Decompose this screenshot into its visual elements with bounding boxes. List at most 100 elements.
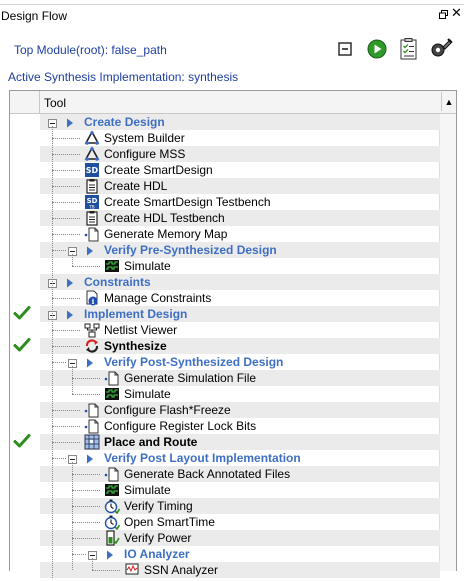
tree-guide-line (72, 266, 100, 267)
expand-arrow-icon[interactable] (66, 277, 74, 288)
row-background (40, 338, 440, 354)
configure-tool-button[interactable] (429, 36, 453, 62)
row-background (40, 386, 440, 402)
synthesize-icon (84, 338, 100, 354)
svg-text:SD: SD (86, 166, 99, 175)
row-background (40, 130, 440, 146)
expand-arrow-icon[interactable] (86, 245, 94, 256)
tree-item-label[interactable]: Create HDL Testbench (104, 211, 225, 225)
file-icon (84, 402, 100, 418)
tree-guide-line (52, 410, 80, 411)
tree-item-label[interactable]: Netlist Viewer (104, 323, 177, 337)
tree-tool-row[interactable]: SSN Analyzer (10, 562, 456, 578)
tree-category-row[interactable]: Verify Post Layout Implementation (10, 450, 456, 466)
tree-item-label[interactable]: Constraints (84, 275, 151, 289)
tree-item-label[interactable]: Implement Design (84, 307, 187, 321)
tree-item-label[interactable]: Verify Timing (124, 499, 193, 513)
tree-category-row[interactable]: Create Design (10, 114, 456, 130)
row-background (40, 530, 440, 546)
collapse-toggle-icon[interactable] (68, 357, 77, 368)
header-divider (0, 4, 464, 5)
tree-item-label[interactable]: Configure Flash*Freeze (104, 403, 231, 417)
tree-item-label[interactable]: Verify Post Layout Implementation (104, 451, 301, 465)
tree-guide-line (72, 366, 73, 394)
tree-item-label[interactable]: Verify Pre-Synthesized Design (104, 243, 277, 257)
expand-arrow-icon[interactable] (66, 117, 74, 128)
expand-arrow-icon[interactable] (86, 357, 94, 368)
panel-header: Design Flow ✕ (0, 0, 464, 30)
tree-item-label[interactable]: Create SmartDesign (104, 163, 213, 177)
tree-guide-line (72, 490, 100, 491)
tree-item-label[interactable]: System Builder (104, 131, 185, 145)
tree-item-label[interactable]: Generate Back Annotated Files (124, 467, 290, 481)
completed-check-icon (13, 305, 31, 321)
tree-guide-line (52, 250, 66, 251)
system-builder-icon (84, 130, 100, 146)
place-route-icon (84, 434, 100, 450)
tree-guide-line (52, 458, 66, 459)
expand-arrow-icon[interactable] (106, 549, 114, 560)
tree-item-label[interactable]: Verify Post-Synthesized Design (104, 355, 283, 369)
tree-category-row[interactable]: Implement Design (10, 306, 456, 322)
power-icon (104, 530, 120, 546)
sort-up-icon[interactable]: ▲ (441, 92, 456, 111)
tree-item-label[interactable]: Create Design (84, 115, 165, 129)
tree-item-label[interactable]: Create SmartDesign Testbench (104, 195, 271, 209)
tree-category-row[interactable]: Verify Post-Synthesized Design (10, 354, 456, 370)
collapse-toggle-icon[interactable] (68, 245, 77, 256)
tree-guide-line (52, 202, 80, 203)
collapse-all-button[interactable] (333, 36, 357, 62)
expand-arrow-icon[interactable] (86, 453, 94, 464)
tree-category-row[interactable]: Verify Pre-Synthesized Design (10, 242, 456, 258)
tree-item-label[interactable]: Place and Route (104, 435, 197, 449)
tree-item-label[interactable]: Simulate (124, 259, 171, 273)
restore-window-icon[interactable] (439, 8, 448, 19)
row-background (40, 514, 440, 530)
row-background (40, 482, 440, 498)
file-icon (104, 466, 120, 482)
expand-arrow-icon[interactable] (66, 309, 74, 320)
tree-item-label[interactable]: Configure MSS (104, 147, 185, 161)
tree-item-label[interactable]: SSN Analyzer (144, 563, 218, 577)
tree-item-label[interactable]: Simulate (124, 483, 171, 497)
tree-item-label[interactable]: IO Analyzer (124, 547, 190, 561)
tree-guide-line (52, 170, 80, 171)
system-builder-icon (84, 146, 100, 162)
svg-text:i: i (92, 297, 95, 306)
ssn-icon (124, 562, 140, 578)
tree-item-label[interactable]: Manage Constraints (104, 291, 211, 305)
tree-item-label[interactable]: Configure Register Lock Bits (104, 419, 256, 433)
tree-guide-line (72, 538, 100, 539)
run-button[interactable] (365, 36, 389, 62)
tree-item-label[interactable]: Generate Simulation File (124, 371, 256, 385)
tree-guide-line (52, 442, 80, 443)
tree-item-label[interactable]: Synthesize (104, 339, 167, 353)
tree-item-label[interactable]: Open SmartTime (124, 515, 215, 529)
completed-check-icon (13, 433, 31, 449)
collapse-toggle-icon[interactable] (48, 117, 57, 128)
tree-guide-line (52, 154, 80, 155)
top-module-link[interactable]: Top Module(root): false_path (14, 43, 167, 57)
collapse-toggle-icon[interactable] (88, 549, 97, 560)
tree-guide-line (72, 378, 100, 379)
active-implementation-link[interactable]: Active Synthesis Implementation: synthes… (8, 70, 238, 84)
tree-item-label[interactable]: Simulate (124, 387, 171, 401)
tree-guide-line (52, 186, 80, 187)
row-background (40, 210, 440, 226)
timing-icon (104, 514, 121, 531)
tree-guide-line (72, 554, 86, 555)
tree-guide-line (52, 126, 53, 578)
tool-column-header[interactable]: Tool (44, 96, 66, 110)
tree-item-label[interactable]: Create HDL (104, 179, 167, 193)
collapse-toggle-icon[interactable] (68, 453, 77, 464)
row-background (40, 258, 440, 274)
close-icon[interactable]: ✕ (451, 6, 462, 19)
file-icon (84, 226, 100, 242)
tree-item-label[interactable]: Generate Memory Map (104, 227, 227, 241)
tree-guide-line (52, 138, 80, 139)
row-background (40, 226, 440, 242)
column-header: Tool ▲ (10, 91, 456, 114)
tree-item-label[interactable]: Verify Power (124, 531, 191, 545)
tree-category-row[interactable]: Constraints (10, 274, 456, 290)
report-button[interactable] (397, 36, 421, 62)
